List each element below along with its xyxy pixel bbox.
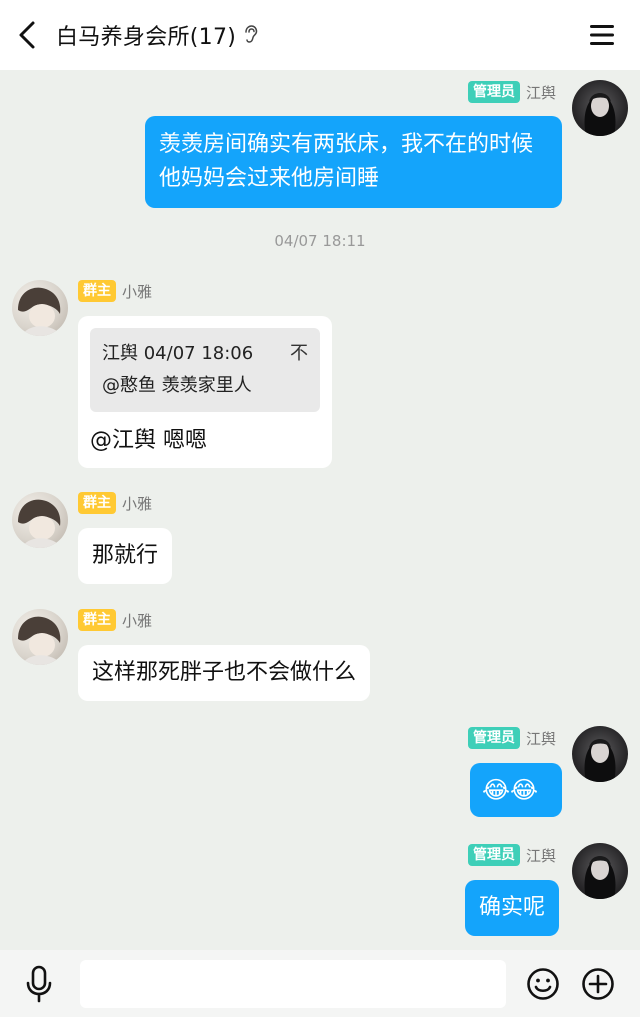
sender-info: 群主 小雅 <box>78 608 152 632</box>
message-bubble[interactable]: 羡羡房间确实有两张床，我不在的时候他妈妈会过来他房间睡 <box>145 116 562 208</box>
menu-button[interactable] <box>588 22 616 48</box>
input-bar <box>0 950 640 1017</box>
sender-info: 管理员 江舆 <box>467 726 556 750</box>
sender-name: 江舆 <box>525 83 556 102</box>
sender-info: 群主 小雅 <box>78 491 152 515</box>
emoji-icon <box>527 968 559 1000</box>
title-area[interactable]: 白马养身会所(17) <box>56 19 258 51</box>
back-button[interactable] <box>12 18 42 52</box>
message-bubble[interactable]: 😂😂 <box>470 763 562 817</box>
menu-icon <box>590 25 614 45</box>
sender-name: 小雅 <box>122 611 153 630</box>
chat-title: 白马养身会所(17) <box>56 25 237 50</box>
avatar[interactable] <box>572 726 628 782</box>
sender-name: 小雅 <box>122 494 153 513</box>
message-text: @江舆 嗯嗯 <box>90 428 207 453</box>
sender-info: 管理员 江舆 <box>467 843 556 867</box>
sender-info: 管理员 江舆 <box>467 80 556 104</box>
sender-name: 小雅 <box>122 282 153 301</box>
admin-badge: 管理员 <box>467 727 520 749</box>
owner-badge: 群主 <box>78 280 116 302</box>
message-bubble[interactable]: 那就行 <box>78 528 173 584</box>
message-bubble[interactable]: 江舆 04/07 18:06 不 @憨鱼 羡羡家里人 @江舆 嗯嗯 <box>78 316 332 468</box>
message-bubble[interactable]: 这样那死胖子也不会做什么 <box>78 645 371 701</box>
avatar[interactable] <box>12 280 68 336</box>
back-arrow-icon <box>19 21 35 49</box>
quote-header: 江舆 04/07 18:06 <box>102 343 254 364</box>
owner-badge: 群主 <box>78 609 116 631</box>
message-list[interactable]: 管理员 江舆 羡羡房间确实有两张床，我不在的时候他妈妈会过来他房间睡 04/07… <box>0 70 640 950</box>
plus-icon <box>582 968 614 1000</box>
message-input[interactable] <box>80 960 506 1008</box>
quote-jump-icon[interactable]: 不 <box>290 338 308 370</box>
chat-header: 白马养身会所(17) <box>0 0 640 70</box>
sender-name: 江舆 <box>525 846 556 865</box>
avatar[interactable] <box>12 492 68 548</box>
timestamp: 04/07 18:11 <box>274 232 366 250</box>
avatar[interactable] <box>572 80 628 136</box>
quote-text: @憨鱼 羡羡家里人 <box>102 375 252 396</box>
emoji-button[interactable] <box>526 967 560 1001</box>
voice-button[interactable] <box>22 964 56 1004</box>
admin-badge: 管理员 <box>467 81 520 103</box>
avatar[interactable] <box>12 609 68 665</box>
message-bubble[interactable]: 确实呢 <box>465 880 560 936</box>
avatar[interactable] <box>572 843 628 899</box>
microphone-icon <box>26 965 52 1003</box>
plus-button[interactable] <box>581 967 615 1001</box>
quoted-message[interactable]: 江舆 04/07 18:06 不 @憨鱼 羡羡家里人 <box>90 328 320 412</box>
ear-icon <box>244 25 258 45</box>
admin-badge: 管理员 <box>467 844 520 866</box>
owner-badge: 群主 <box>78 492 116 514</box>
sender-info: 群主 小雅 <box>78 279 152 303</box>
sender-name: 江舆 <box>525 729 556 748</box>
